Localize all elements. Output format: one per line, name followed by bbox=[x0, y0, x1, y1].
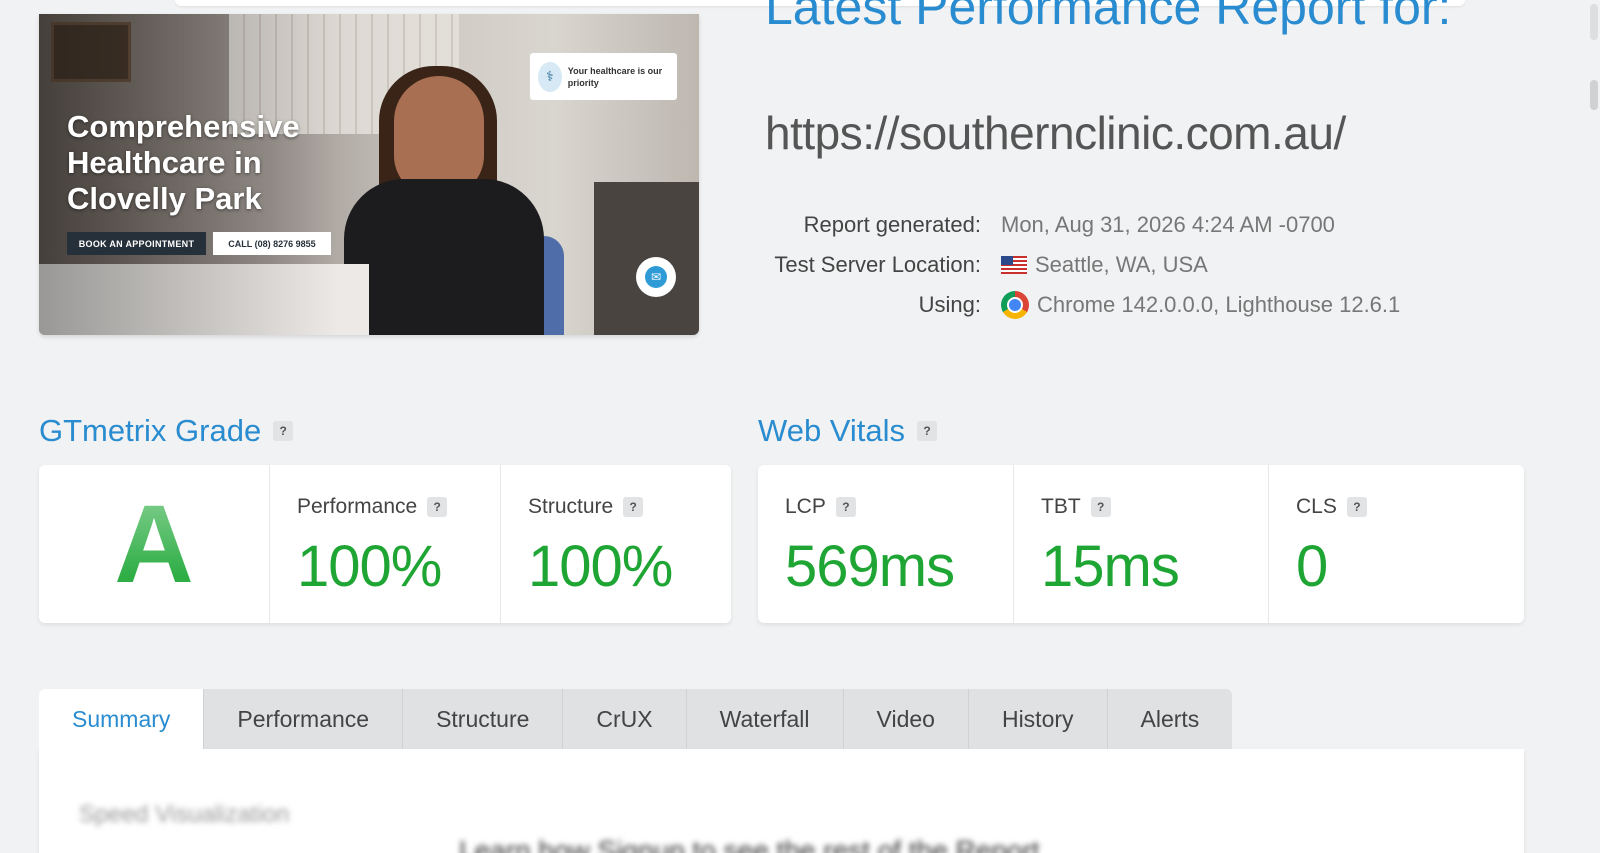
gtmetrix-grade-card: A Performance ? 100% Structure ? 100% bbox=[39, 465, 731, 623]
cls-value: 0 bbox=[1296, 534, 1328, 599]
tbt-label-wrap: TBT ? bbox=[1041, 495, 1111, 519]
person-body bbox=[344, 179, 544, 335]
meta-row-location: Test Server Location: Seattle, WA, USA bbox=[765, 245, 1400, 285]
report-url[interactable]: https://southernclinic.com.au/ bbox=[765, 106, 1346, 160]
structure-label-wrap: Structure ? bbox=[528, 495, 644, 519]
performance-value: 100% bbox=[297, 534, 442, 599]
summary-panel: Speed Visualization Learn how Signup to … bbox=[39, 749, 1524, 853]
meta-label: Using: bbox=[918, 292, 981, 317]
tab-waterfall[interactable]: Waterfall bbox=[685, 689, 843, 749]
person-face bbox=[394, 76, 484, 196]
tbt-label: TBT bbox=[1041, 495, 1081, 518]
blurred-text: Learn how Signup to see the rest of the … bbox=[459, 835, 1040, 853]
meta-row-using: Using: Chrome 142.0.0.0, Lighthouse 12.6… bbox=[765, 285, 1400, 325]
report-tabs: Summary Performance Structure CrUX Water… bbox=[39, 689, 1233, 749]
chat-widget-button: ✉ bbox=[636, 257, 676, 297]
help-icon[interactable]: ? bbox=[835, 497, 856, 517]
tab-alerts[interactable]: Alerts bbox=[1106, 689, 1233, 749]
tab-crux[interactable]: CrUX bbox=[562, 689, 686, 749]
grade-letter: A bbox=[39, 465, 269, 623]
chrome-icon bbox=[1001, 291, 1029, 319]
tbt-value: 15ms bbox=[1041, 534, 1180, 599]
cls-label-wrap: CLS ? bbox=[1296, 495, 1367, 519]
meta-label: Test Server Location: bbox=[774, 252, 981, 277]
tab-history[interactable]: History bbox=[967, 689, 1107, 749]
structure-value: 100% bbox=[528, 534, 673, 599]
lcp-cell: LCP ? 569ms bbox=[758, 465, 1013, 623]
web-vitals-title: Web Vitals ? bbox=[758, 413, 938, 449]
meta-row-generated: Report generated: Mon, Aug 31, 2026 4:24… bbox=[765, 205, 1400, 245]
help-icon[interactable]: ? bbox=[1090, 497, 1111, 517]
meta-value: Chrome 142.0.0.0, Lighthouse 12.6.1 bbox=[1037, 292, 1401, 317]
report-heading: Latest Performance Report for: bbox=[765, 0, 1452, 35]
grade-cell: A bbox=[39, 465, 269, 623]
page-screenshot-thumbnail[interactable]: Comprehensive Healthcare in Clovelly Par… bbox=[39, 14, 699, 335]
scrollbar-thumb-top[interactable] bbox=[1590, 4, 1598, 40]
help-icon[interactable]: ? bbox=[917, 421, 938, 441]
badge-text: Your healthcare is our priority bbox=[567, 65, 663, 88]
web-vitals-card: LCP ? 569ms TBT ? 15ms CLS ? 0 bbox=[758, 465, 1524, 623]
web-vitals-title-text: Web Vitals bbox=[758, 413, 906, 448]
cls-label: CLS bbox=[1296, 495, 1337, 518]
meta-value-wrap: Mon, Aug 31, 2026 4:24 AM -0700 bbox=[995, 212, 1335, 238]
meta-value: Mon, Aug 31, 2026 4:24 AM -0700 bbox=[1001, 212, 1335, 237]
book-appointment-button: BOOK AN APPOINTMENT bbox=[67, 232, 206, 255]
performance-label: Performance bbox=[297, 495, 418, 518]
lcp-label-wrap: LCP ? bbox=[785, 495, 856, 519]
gtmetrix-grade-title-text: GTmetrix Grade bbox=[39, 413, 262, 448]
us-flag-icon bbox=[1001, 256, 1027, 274]
priority-badge: ⚕ Your healthcare is our priority bbox=[530, 53, 677, 100]
structure-label: Structure bbox=[528, 495, 614, 518]
performance-label-wrap: Performance ? bbox=[297, 495, 448, 519]
tbt-cell: TBT ? 15ms bbox=[1013, 465, 1268, 623]
help-icon[interactable]: ? bbox=[273, 421, 294, 441]
scrollbar-thumb[interactable] bbox=[1590, 80, 1598, 110]
tab-structure[interactable]: Structure bbox=[402, 689, 563, 749]
chat-icon: ✉ bbox=[645, 266, 667, 288]
lcp-label: LCP bbox=[785, 495, 826, 518]
tab-summary[interactable]: Summary bbox=[39, 689, 204, 749]
help-icon[interactable]: ? bbox=[427, 497, 448, 517]
lcp-value: 569ms bbox=[785, 534, 955, 599]
structure-cell: Structure ? 100% bbox=[500, 465, 731, 623]
meta-value-wrap: Chrome 142.0.0.0, Lighthouse 12.6.1 bbox=[995, 291, 1400, 319]
stethoscope-icon: ⚕ bbox=[538, 61, 562, 92]
report-meta: Report generated: Mon, Aug 31, 2026 4:24… bbox=[765, 205, 1400, 325]
meta-value: Seattle, WA, USA bbox=[1035, 252, 1208, 277]
meta-value-wrap: Seattle, WA, USA bbox=[995, 252, 1208, 278]
call-button: CALL (08) 8276 9855 bbox=[213, 232, 331, 255]
help-icon[interactable]: ? bbox=[623, 497, 644, 517]
help-icon[interactable]: ? bbox=[1346, 497, 1367, 517]
meta-label: Report generated: bbox=[803, 212, 981, 237]
tab-performance[interactable]: Performance bbox=[203, 689, 403, 749]
hero-title: Comprehensive Healthcare in Clovelly Par… bbox=[67, 109, 300, 216]
gtmetrix-grade-title: GTmetrix Grade ? bbox=[39, 413, 294, 449]
tab-video[interactable]: Video bbox=[842, 689, 968, 749]
cls-cell: CLS ? 0 bbox=[1268, 465, 1524, 623]
blurred-heading: Speed Visualization bbox=[79, 801, 290, 828]
performance-cell: Performance ? 100% bbox=[269, 465, 500, 623]
scrollbar[interactable] bbox=[1588, 0, 1600, 853]
